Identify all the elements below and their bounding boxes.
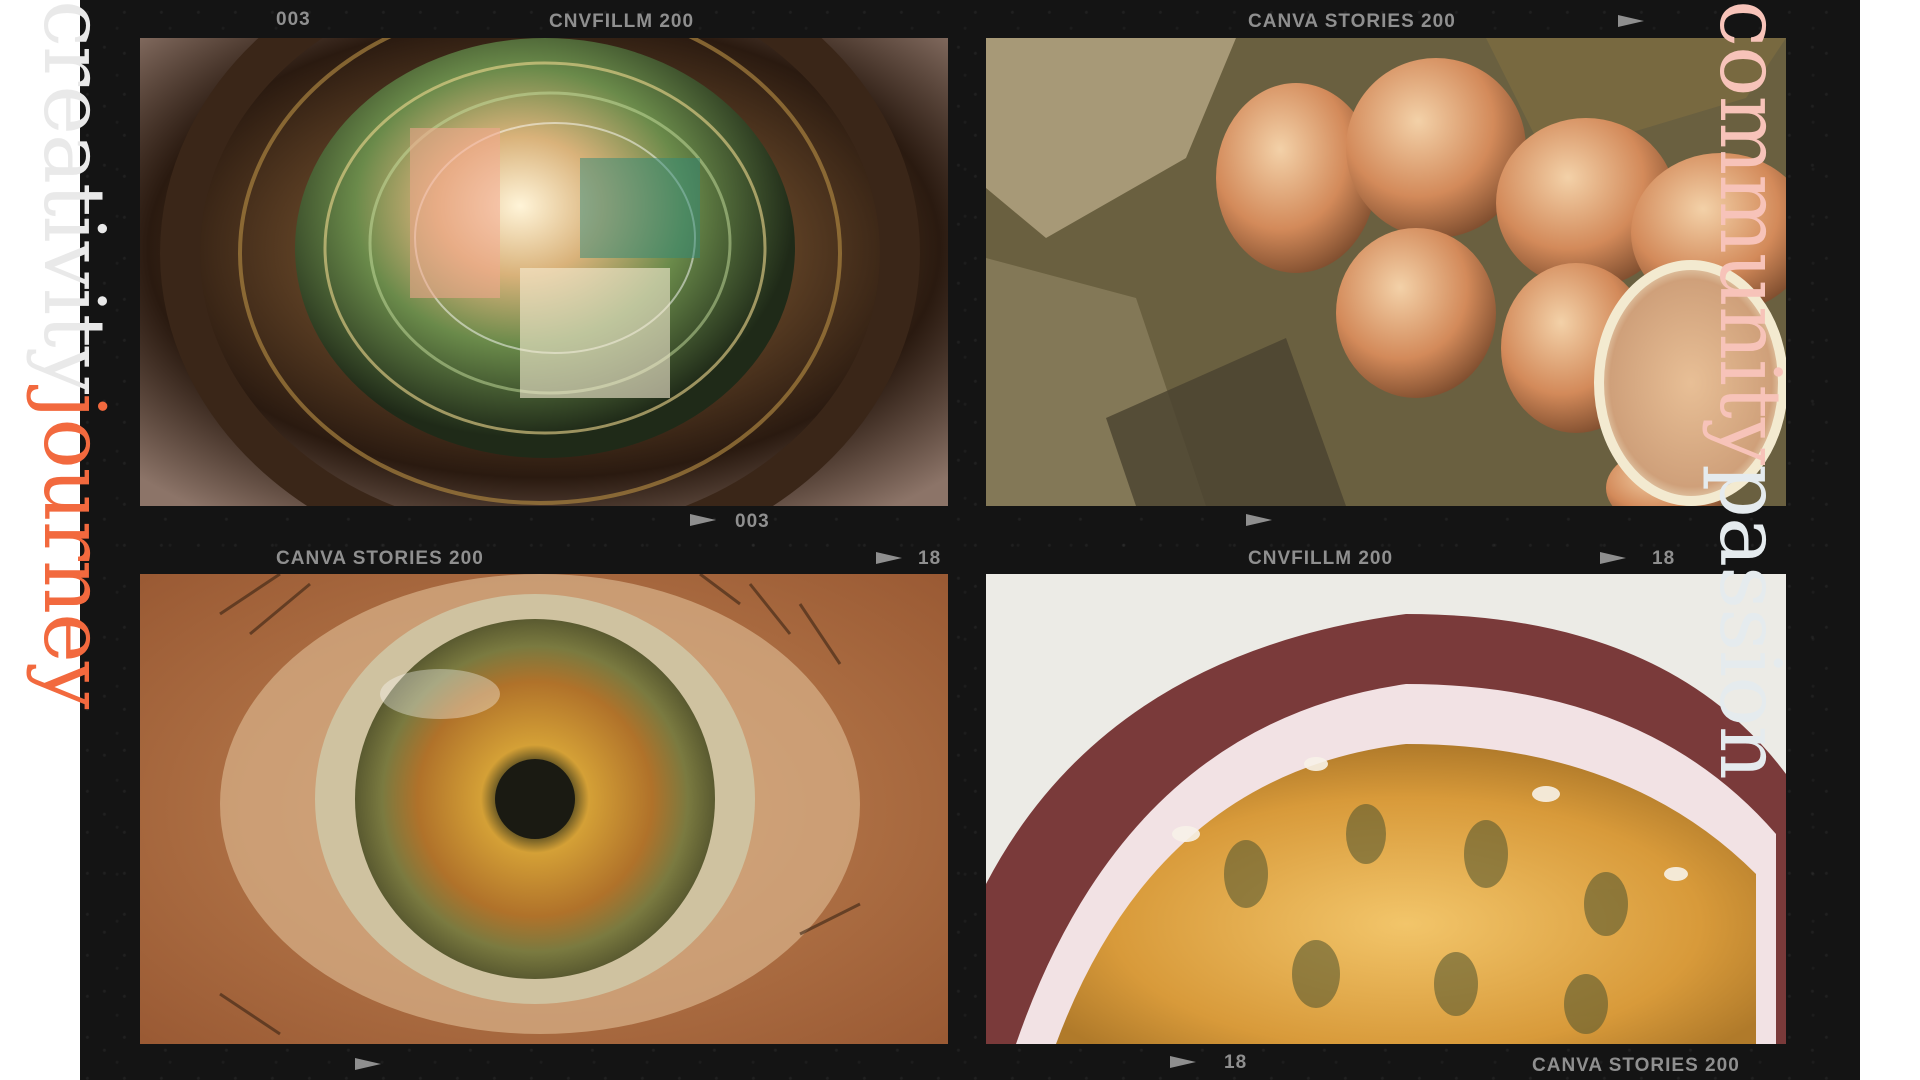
- photo-fruits: [986, 38, 1786, 506]
- frame-count-middle-left: 18: [918, 548, 942, 569]
- film-label-top-left: CNVFILLM 200: [549, 11, 695, 32]
- word-community: community: [1701, 0, 1799, 465]
- arrow-icon: [876, 552, 902, 564]
- film-label-middle-left: CANVA STORIES 200: [276, 548, 484, 569]
- photo-eye: [140, 574, 948, 1044]
- film-label-middle-right: CNVFILLM 200: [1248, 548, 1394, 569]
- film-label-bottom-right: CANVA STORIES 200: [1532, 1055, 1740, 1076]
- word-passion: passion: [1701, 464, 1799, 779]
- vertical-words-left: creativityjourney: [25, 0, 123, 708]
- film-label-top-right: CANVA STORIES 200: [1248, 11, 1456, 32]
- photo-camera-lens: [140, 38, 948, 506]
- photo-passion-fruit: [986, 574, 1786, 1044]
- eye-image: [140, 574, 948, 1044]
- camera-lens-image: [140, 38, 948, 506]
- arrow-icon: [690, 514, 716, 526]
- arrow-icon: [1618, 15, 1644, 27]
- arrow-icon: [1246, 514, 1272, 526]
- word-creativity: creativity: [25, 0, 123, 394]
- stage: 003 CNVFILLM 200 CANVA STORIES 200 003 C…: [0, 0, 1920, 1080]
- arrow-icon: [1170, 1056, 1196, 1068]
- word-journey: journey: [25, 393, 123, 709]
- frame-count-middle-right: 18: [1652, 548, 1676, 569]
- frame-count-bottom-right: 18: [1224, 1052, 1248, 1073]
- vertical-words-right: communitypassion: [1701, 0, 1799, 779]
- fruits-image: [986, 38, 1786, 506]
- passion-fruit-image: [986, 574, 1786, 1044]
- arrow-icon: [355, 1058, 381, 1070]
- frame-number-middle-left: 003: [735, 511, 770, 532]
- frame-number-top-left: 003: [276, 9, 311, 30]
- arrow-icon: [1600, 552, 1626, 564]
